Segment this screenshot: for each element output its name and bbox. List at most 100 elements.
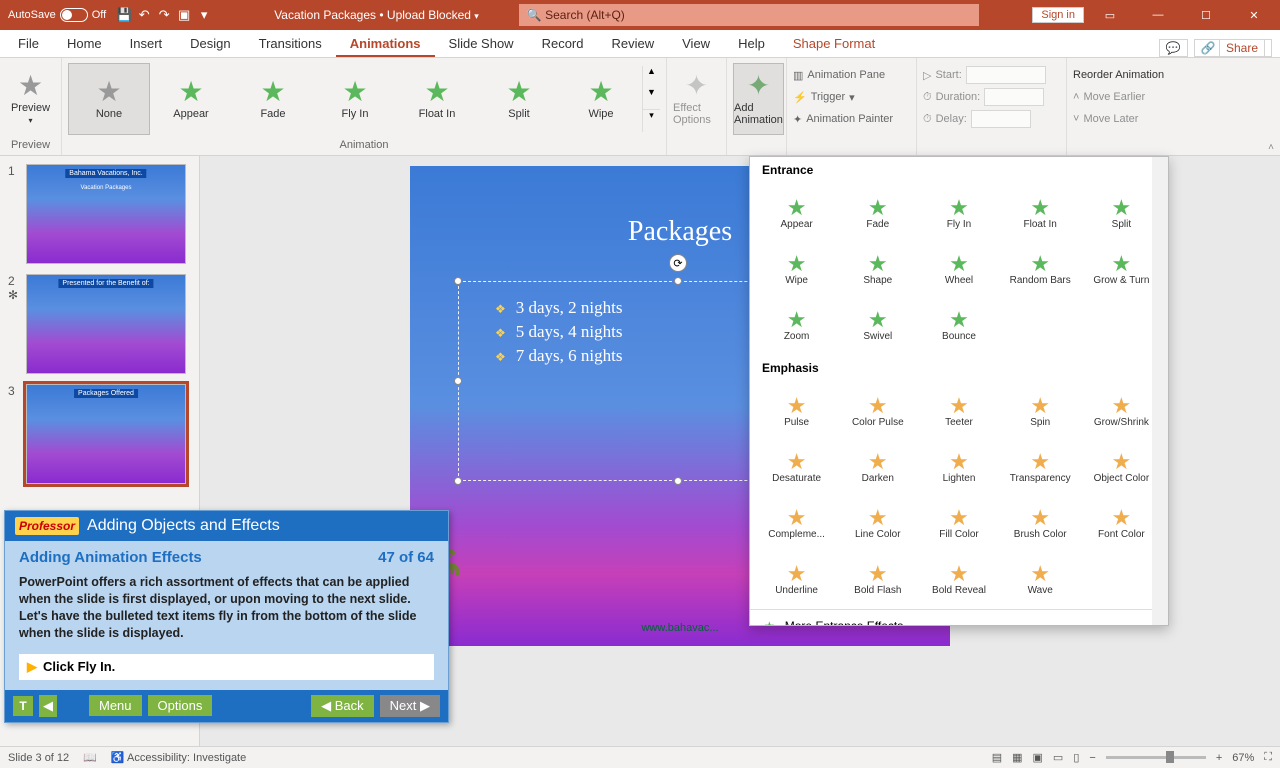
anim-fade[interactable]: ★Fade [232,63,314,135]
redo-icon[interactable]: ↷ [154,7,174,23]
minimize-icon[interactable]: — [1136,0,1180,30]
anim-appear[interactable]: ★Appear [150,63,232,135]
anim-float-in[interactable]: ★Float In [396,63,478,135]
save-icon[interactable]: 💾 [114,7,134,23]
tutorial-back-button[interactable]: ◀ Back [311,695,374,717]
tutorial-prev-icon[interactable]: ◀ [39,695,57,717]
emphasis-teeter[interactable]: ★Teeter [918,383,999,439]
spellcheck-icon[interactable]: 📖 [83,751,97,764]
tab-home[interactable]: Home [53,32,116,57]
tab-view[interactable]: View [668,32,724,57]
anim-fly-in[interactable]: ★Fly In [314,63,396,135]
entrance-split[interactable]: ★Split [1081,185,1162,241]
animation-painter-button[interactable]: ✦ Animation Painter [793,108,910,130]
animation-gallery-more[interactable]: ▲▼▾ [642,66,660,132]
animation-pane-button[interactable]: ▥ Animation Pane [793,64,910,86]
entrance-random-bars[interactable]: ★Random Bars [1000,241,1081,297]
move-later-button[interactable]: ˅ Move Later [1073,108,1211,130]
emphasis-compleme-[interactable]: ★Compleme... [756,495,837,551]
tab-animations[interactable]: Animations [336,32,435,57]
slide-indicator[interactable]: Slide 3 of 12 [8,752,69,764]
timing-start[interactable]: ▷ Start: [923,64,1060,86]
emphasis-object-color[interactable]: ★Object Color [1081,439,1162,495]
tab-shape-format[interactable]: Shape Format [779,32,889,57]
tutorial-options-button[interactable]: Options [148,695,213,716]
tutorial-menu-button[interactable]: Menu [89,695,142,716]
tab-review[interactable]: Review [598,32,669,57]
fit-window-icon[interactable]: ⛶ [1264,751,1272,764]
preview-button[interactable]: ★Preview▾ [6,63,55,135]
emphasis-bold-reveal[interactable]: ★Bold Reveal [918,551,999,607]
entrance-float-in[interactable]: ★Float In [1000,185,1081,241]
entrance-grow-turn[interactable]: ★Grow & Turn [1081,241,1162,297]
ribbon-options-icon[interactable]: ▭ [1088,0,1132,30]
anim-split[interactable]: ★Split [478,63,560,135]
search-box[interactable]: 🔍 Search (Alt+Q) [519,4,979,26]
entrance-fly-in[interactable]: ★Fly In [918,185,999,241]
rotate-handle-icon[interactable]: ⟳ [669,254,687,272]
add-animation-button[interactable]: ✦Add Animation [733,63,784,135]
tab-design[interactable]: Design [176,32,244,57]
zoom-out-icon[interactable]: − [1089,752,1095,764]
emphasis-grow-shrink[interactable]: ★Grow/Shrink [1081,383,1162,439]
anim-wipe[interactable]: ★Wipe [560,63,642,135]
thumbnail-1[interactable]: 1Bahama Vacations, Inc.Vacation Packages [8,164,191,264]
effect-options-button[interactable]: ✦Effect Options [673,63,720,135]
emphasis-desaturate[interactable]: ★Desaturate [756,439,837,495]
entrance-appear[interactable]: ★Appear [756,185,837,241]
emphasis-fill-color[interactable]: ★Fill Color [918,495,999,551]
emphasis-bold-flash[interactable]: ★Bold Flash [837,551,918,607]
reading-view-icon[interactable]: ▭ [1053,751,1063,764]
collapse-ribbon-icon[interactable]: ˄ [1268,142,1274,153]
accessibility-status[interactable]: ♿ Accessibility: Investigate [111,751,246,764]
emphasis-brush-color[interactable]: ★Brush Color [1000,495,1081,551]
emphasis-pulse[interactable]: ★Pulse [756,383,837,439]
zoom-level[interactable]: 67% [1232,752,1254,764]
entrance-swivel[interactable]: ★Swivel [837,297,918,353]
trigger-button[interactable]: ⚡ Trigger ▾ [793,86,910,108]
notes-button[interactable]: ▤ [992,751,1002,764]
entrance-fade[interactable]: ★Fade [837,185,918,241]
qat-more-icon[interactable]: ▾ [194,7,214,23]
timing-duration[interactable]: ⏱ Duration: [923,86,1060,108]
entrance-zoom[interactable]: ★Zoom [756,297,837,353]
sign-in-button[interactable]: Sign in [1032,7,1084,23]
more-more-entrance-effects-[interactable]: ★More Entrance Effects... [750,614,1168,626]
emphasis-darken[interactable]: ★Darken [837,439,918,495]
share-button[interactable]: 🔗 Share [1194,39,1272,57]
emphasis-underline[interactable]: ★Underline [756,551,837,607]
emphasis-line-color[interactable]: ★Line Color [837,495,918,551]
thumbnail-3[interactable]: 3Packages Offered [8,384,191,484]
timing-delay[interactable]: ⏱ Delay: [923,108,1060,130]
close-icon[interactable]: ✕ [1232,0,1276,30]
entrance-shape[interactable]: ★Shape [837,241,918,297]
sorter-view-icon[interactable]: ▣ [1033,751,1043,764]
emphasis-font-color[interactable]: ★Font Color [1081,495,1162,551]
emphasis-wave[interactable]: ★Wave [1000,551,1081,607]
slideshow-view-icon[interactable]: ▯ [1073,751,1079,764]
tab-help[interactable]: Help [724,32,779,57]
thumbnail-2[interactable]: 2✻Presented for the Benefit of: [8,274,191,374]
move-earlier-button[interactable]: ˄ Move Earlier [1073,86,1211,108]
emphasis-color-pulse[interactable]: ★Color Pulse [837,383,918,439]
tab-file[interactable]: File [4,32,53,57]
emphasis-transparency[interactable]: ★Transparency [1000,439,1081,495]
slideshow-icon[interactable]: ▣ [174,7,194,23]
autosave-toggle[interactable]: AutoSave Off [0,8,114,22]
maximize-icon[interactable]: ☐ [1184,0,1228,30]
normal-view-icon[interactable]: ▦ [1012,751,1022,764]
tutorial-next-button[interactable]: Next ▶ [380,695,440,717]
emphasis-spin[interactable]: ★Spin [1000,383,1081,439]
anim-none[interactable]: ★None [68,63,150,135]
undo-icon[interactable]: ↶ [134,7,154,23]
tab-insert[interactable]: Insert [116,32,177,57]
zoom-in-icon[interactable]: + [1216,752,1222,764]
scrollbar[interactable] [1152,157,1168,625]
tab-record[interactable]: Record [528,32,598,57]
comments-button[interactable]: 💬 [1159,39,1188,57]
entrance-wheel[interactable]: ★Wheel [918,241,999,297]
tab-transitions[interactable]: Transitions [245,32,336,57]
zoom-slider[interactable] [1106,756,1206,759]
emphasis-lighten[interactable]: ★Lighten [918,439,999,495]
entrance-wipe[interactable]: ★Wipe [756,241,837,297]
